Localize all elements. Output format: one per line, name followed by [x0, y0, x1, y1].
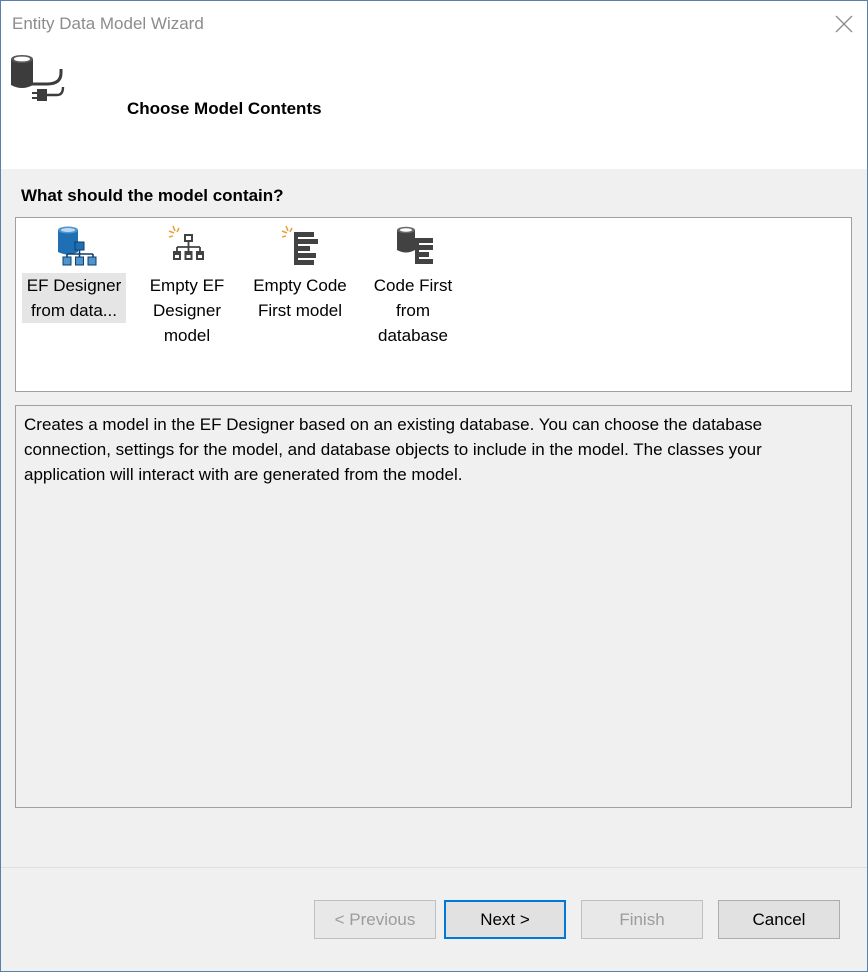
- model-contents-question: What should the model contain?: [21, 186, 284, 205]
- page-title: Choose Model Contents: [127, 99, 322, 118]
- description-panel: Creates a model in the EF Designer based…: [15, 405, 852, 808]
- option-code-first-from-database[interactable]: Code First from database: [361, 218, 465, 391]
- option-label: Code First from database: [373, 276, 453, 345]
- close-button[interactable]: [821, 1, 867, 47]
- option-empty-ef-designer-model[interactable]: Empty EF Designer model: [135, 218, 239, 391]
- ef-designer-from-database-icon: [58, 226, 97, 266]
- option-label: Empty Code First model: [253, 276, 347, 320]
- database-connection-icon: [11, 55, 65, 101]
- cancel-button[interactable]: Cancel: [718, 900, 840, 939]
- title-bar: Entity Data Model Wizard: [1, 1, 867, 47]
- footer-divider: [1, 867, 867, 868]
- option-label: EF Designer from data...: [22, 273, 126, 323]
- option-ef-designer-from-database[interactable]: EF Designer from data...: [22, 218, 126, 391]
- code-first-from-database-icon: [397, 226, 433, 264]
- previous-button[interactable]: < Previous: [314, 900, 436, 939]
- model-options-list: EF Designer from data... Empty EF Design…: [15, 217, 852, 392]
- finish-button[interactable]: Finish: [581, 900, 703, 939]
- option-empty-code-first-model[interactable]: Empty Code First model: [248, 218, 352, 391]
- option-label: Empty EF Designer model: [149, 276, 225, 345]
- close-icon: [835, 15, 853, 33]
- next-button[interactable]: Next >: [444, 900, 566, 939]
- empty-ef-designer-model-icon: [168, 225, 204, 260]
- window-title: Entity Data Model Wizard: [12, 14, 204, 33]
- empty-code-first-model-icon: [281, 225, 318, 265]
- option-description: Creates a model in the EF Designer based…: [24, 415, 763, 484]
- wizard-header: Choose Model Contents: [1, 47, 867, 169]
- wizard-window: Entity Data Model Wizard Choose Model Co…: [0, 0, 868, 972]
